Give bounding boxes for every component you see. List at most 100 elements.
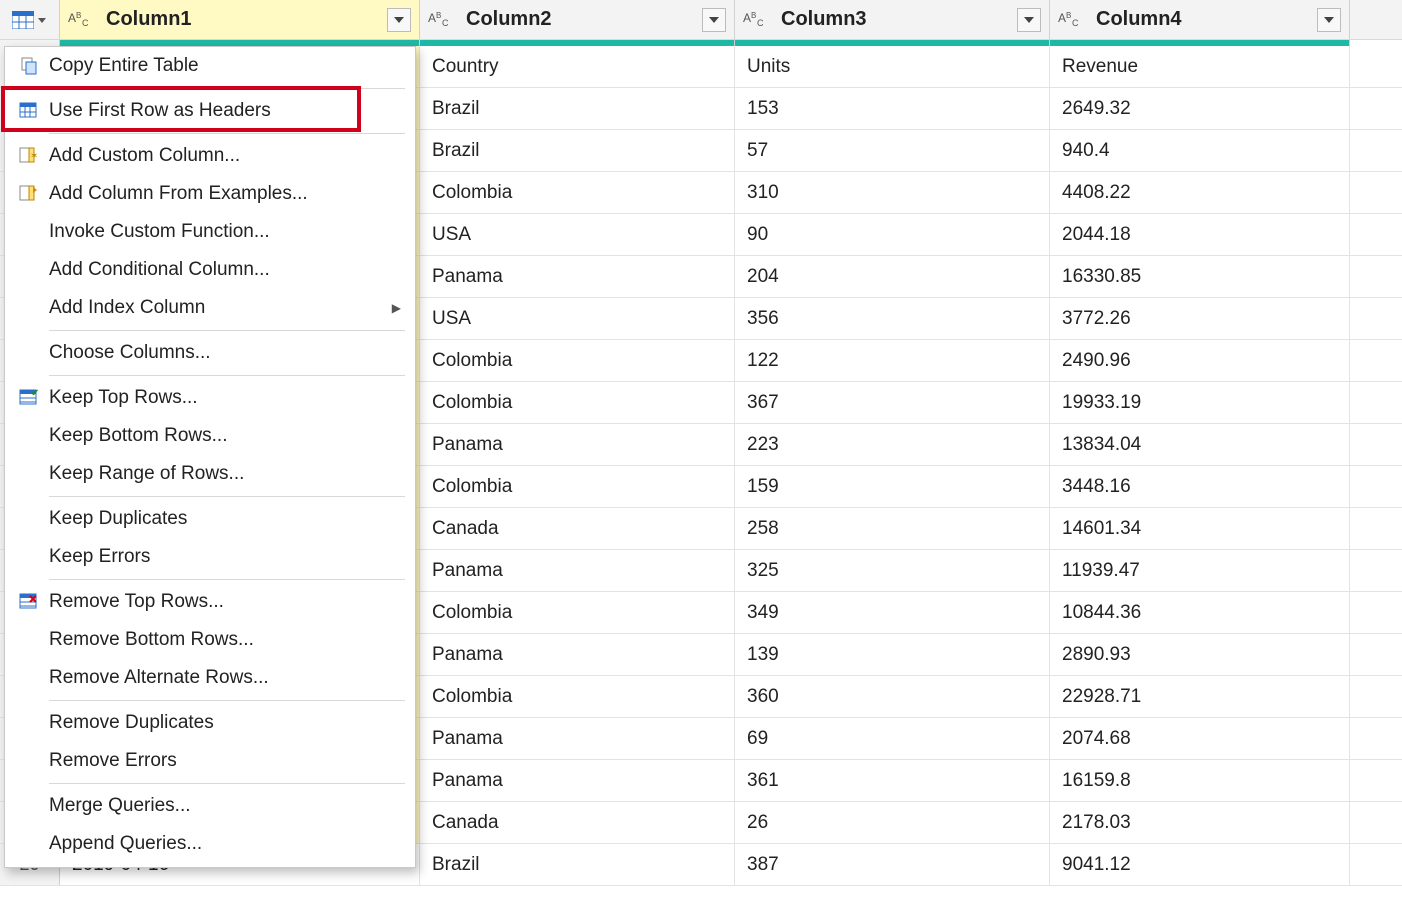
cell-column4[interactable]: 19933.19 bbox=[1050, 382, 1350, 423]
cell-column3[interactable]: 258 bbox=[735, 508, 1050, 549]
cell-column4[interactable]: 3772.26 bbox=[1050, 298, 1350, 339]
cell-column2[interactable]: Colombia bbox=[420, 592, 735, 633]
cell-column4[interactable]: 14601.34 bbox=[1050, 508, 1350, 549]
cell-column4[interactable]: 2890.93 bbox=[1050, 634, 1350, 675]
menu-item-remove-alternate-rows[interactable]: Remove Alternate Rows... bbox=[5, 659, 415, 697]
menu-item-remove-duplicates[interactable]: Remove Duplicates bbox=[5, 704, 415, 742]
menu-item-add-index-column[interactable]: Add Index Column▶ bbox=[5, 289, 415, 327]
cell-column2[interactable]: Colombia bbox=[420, 676, 735, 717]
table-select-button[interactable] bbox=[0, 0, 60, 39]
cell-column4[interactable]: 9041.12 bbox=[1050, 844, 1350, 885]
cell-column3[interactable]: 139 bbox=[735, 634, 1050, 675]
cell-column2[interactable]: Panama bbox=[420, 634, 735, 675]
menu-item-invoke-custom-function[interactable]: Invoke Custom Function... bbox=[5, 213, 415, 251]
cell-column2[interactable]: Country bbox=[420, 46, 735, 87]
cell-column3[interactable]: 387 bbox=[735, 844, 1050, 885]
cell-column4[interactable]: 11939.47 bbox=[1050, 550, 1350, 591]
cell-column4[interactable]: 13834.04 bbox=[1050, 424, 1350, 465]
menu-item-keep-top-rows[interactable]: ✔Keep Top Rows... bbox=[5, 379, 415, 417]
cell-column3[interactable]: 361 bbox=[735, 760, 1050, 801]
menu-item-add-custom-column[interactable]: ✶Add Custom Column... bbox=[5, 137, 415, 175]
column-filter-button[interactable] bbox=[702, 8, 726, 32]
menu-item-add-column-from-examples[interactable]: Add Column From Examples... bbox=[5, 175, 415, 213]
menu-item-copy-entire-table[interactable]: Copy Entire Table bbox=[5, 47, 415, 85]
cell-column4[interactable]: 4408.22 bbox=[1050, 172, 1350, 213]
menu-item-merge-queries[interactable]: Merge Queries... bbox=[5, 787, 415, 825]
column-header-column4[interactable]: ABC Column4 bbox=[1050, 0, 1350, 39]
cell-column3[interactable]: 310 bbox=[735, 172, 1050, 213]
keeprows-icon: ✔ bbox=[19, 389, 49, 407]
cell-column2[interactable]: Colombia bbox=[420, 466, 735, 507]
column-filter-button[interactable] bbox=[387, 8, 411, 32]
cell-column3[interactable]: 69 bbox=[735, 718, 1050, 759]
menu-item-keep-duplicates[interactable]: Keep Duplicates bbox=[5, 500, 415, 538]
cell-column4[interactable]: 16330.85 bbox=[1050, 256, 1350, 297]
cell-column2[interactable]: Panama bbox=[420, 550, 735, 591]
cell-column3[interactable]: 159 bbox=[735, 466, 1050, 507]
column-header-column3[interactable]: ABC Column3 bbox=[735, 0, 1050, 39]
cell-column3[interactable]: 349 bbox=[735, 592, 1050, 633]
menu-separator bbox=[49, 88, 405, 89]
column-filter-button[interactable] bbox=[1317, 8, 1341, 32]
menu-item-keep-bottom-rows[interactable]: Keep Bottom Rows... bbox=[5, 417, 415, 455]
cell-column4[interactable]: 22928.71 bbox=[1050, 676, 1350, 717]
cell-column2[interactable]: Colombia bbox=[420, 340, 735, 381]
column-header-column1[interactable]: ABC Column1 bbox=[60, 0, 420, 39]
menu-separator bbox=[49, 133, 405, 134]
cell-column2[interactable]: Panama bbox=[420, 424, 735, 465]
cell-column2[interactable]: Panama bbox=[420, 718, 735, 759]
svg-text:B: B bbox=[436, 11, 441, 20]
svg-text:C: C bbox=[1072, 18, 1079, 28]
cell-column2[interactable]: Colombia bbox=[420, 382, 735, 423]
cell-column2[interactable]: Colombia bbox=[420, 172, 735, 213]
cell-column2[interactable]: Brazil bbox=[420, 130, 735, 171]
menu-item-label: Remove Bottom Rows... bbox=[49, 629, 401, 651]
cell-column3[interactable]: 122 bbox=[735, 340, 1050, 381]
column-header-column2[interactable]: ABC Column2 bbox=[420, 0, 735, 39]
cell-column2[interactable]: Brazil bbox=[420, 88, 735, 129]
cell-column2[interactable]: Brazil bbox=[420, 844, 735, 885]
dropdown-caret-icon bbox=[37, 11, 47, 29]
column-filter-button[interactable] bbox=[1017, 8, 1041, 32]
menu-item-keep-errors[interactable]: Keep Errors bbox=[5, 538, 415, 576]
cell-column3[interactable]: 360 bbox=[735, 676, 1050, 717]
cell-column4[interactable]: 940.4 bbox=[1050, 130, 1350, 171]
cell-column3[interactable]: 356 bbox=[735, 298, 1050, 339]
svg-text:✔: ✔ bbox=[31, 389, 39, 399]
menu-item-append-queries[interactable]: Append Queries... bbox=[5, 825, 415, 863]
cell-column4[interactable]: 3448.16 bbox=[1050, 466, 1350, 507]
cell-column2[interactable]: Canada bbox=[420, 508, 735, 549]
cell-column3[interactable]: 90 bbox=[735, 214, 1050, 255]
cell-column4[interactable]: 2074.68 bbox=[1050, 718, 1350, 759]
cell-column4[interactable]: 2178.03 bbox=[1050, 802, 1350, 843]
cell-column3[interactable]: 153 bbox=[735, 88, 1050, 129]
menu-item-add-conditional-column[interactable]: Add Conditional Column... bbox=[5, 251, 415, 289]
menu-item-remove-top-rows[interactable]: Remove Top Rows... bbox=[5, 583, 415, 621]
cell-column2[interactable]: Panama bbox=[420, 256, 735, 297]
cell-column3[interactable]: 57 bbox=[735, 130, 1050, 171]
cell-column3[interactable]: 204 bbox=[735, 256, 1050, 297]
cell-column4[interactable]: 10844.36 bbox=[1050, 592, 1350, 633]
cell-column2[interactable]: USA bbox=[420, 214, 735, 255]
menu-item-keep-range-of-rows[interactable]: Keep Range of Rows... bbox=[5, 455, 415, 493]
cell-column2[interactable]: Panama bbox=[420, 760, 735, 801]
cell-column3[interactable]: 367 bbox=[735, 382, 1050, 423]
menu-item-remove-bottom-rows[interactable]: Remove Bottom Rows... bbox=[5, 621, 415, 659]
cell-column4[interactable]: 16159.8 bbox=[1050, 760, 1350, 801]
cell-column4[interactable]: 2490.96 bbox=[1050, 340, 1350, 381]
cell-column2[interactable]: USA bbox=[420, 298, 735, 339]
cell-column3[interactable]: Units bbox=[735, 46, 1050, 87]
menu-item-label: Add Column From Examples... bbox=[49, 183, 401, 205]
cell-column4[interactable]: Revenue bbox=[1050, 46, 1350, 87]
cell-column3[interactable]: 223 bbox=[735, 424, 1050, 465]
menu-item-label: Use First Row as Headers bbox=[49, 100, 401, 122]
cell-column3[interactable]: 26 bbox=[735, 802, 1050, 843]
cell-column2[interactable]: Canada bbox=[420, 802, 735, 843]
cell-column4[interactable]: 2044.18 bbox=[1050, 214, 1350, 255]
menu-item-use-first-row-as-headers[interactable]: Use First Row as Headers bbox=[5, 92, 415, 130]
svg-text:A: A bbox=[743, 11, 751, 25]
menu-item-remove-errors[interactable]: Remove Errors bbox=[5, 742, 415, 780]
cell-column3[interactable]: 325 bbox=[735, 550, 1050, 591]
cell-column4[interactable]: 2649.32 bbox=[1050, 88, 1350, 129]
menu-item-choose-columns[interactable]: Choose Columns... bbox=[5, 334, 415, 372]
